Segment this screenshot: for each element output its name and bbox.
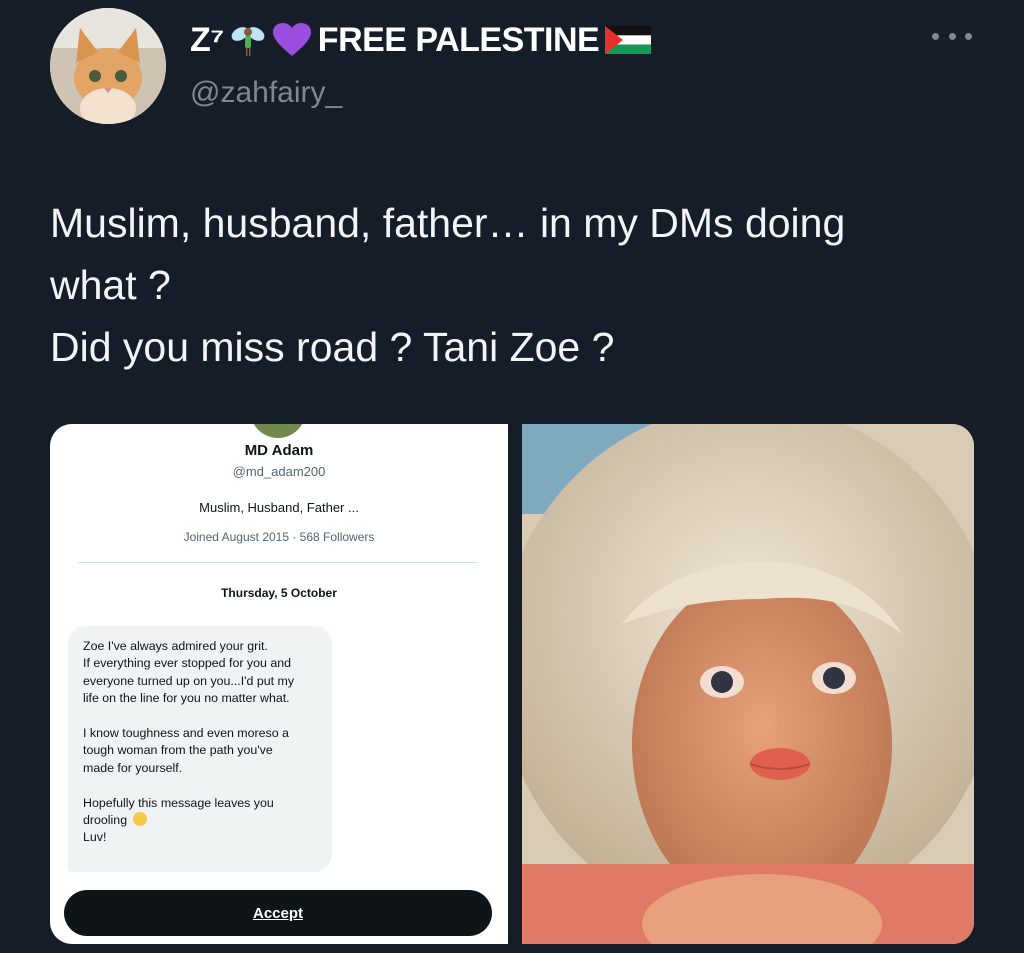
message-line: I know toughness and even moreso a bbox=[83, 726, 289, 741]
message-line: made for yourself. bbox=[83, 760, 183, 775]
tweet-line: Did you miss road ? Tani Zoe ? bbox=[50, 324, 615, 370]
more-options-icon[interactable] bbox=[932, 26, 972, 46]
dm-profile-avatar bbox=[250, 424, 306, 438]
message-line: If everything ever stopped for you and bbox=[83, 656, 292, 671]
message-line: drooling bbox=[83, 813, 128, 828]
message-line: Hopefully this message leaves you bbox=[83, 795, 274, 810]
divider bbox=[78, 562, 478, 563]
accept-button[interactable]: Accept bbox=[64, 890, 492, 936]
drooling-face-emoji-icon bbox=[132, 812, 147, 827]
message-line-with-emoji: drooling bbox=[83, 812, 324, 829]
dm-profile-bio: Muslim, Husband, Father ... bbox=[199, 500, 359, 515]
author-avatar[interactable] bbox=[50, 8, 166, 124]
message-gap bbox=[83, 708, 324, 725]
fairy-emoji-icon bbox=[231, 27, 265, 56]
message-line: Zoe I've always admired your grit. bbox=[83, 639, 268, 653]
message-line: tough woman from the path you've bbox=[83, 743, 273, 758]
dm-date-label: Thursday, 5 October bbox=[221, 586, 337, 600]
palestine-flag-icon bbox=[605, 26, 652, 54]
name-badge-text: FREE PALESTINE bbox=[317, 20, 600, 59]
tweet-line: Muslim, husband, father… in my DMs doing bbox=[50, 200, 846, 246]
dm-profile-handle: @md_adam200 bbox=[232, 464, 326, 479]
purple-heart-icon bbox=[272, 23, 311, 56]
message-bubble: Zoe I've always admired your grit. If ev… bbox=[68, 626, 332, 872]
cat-avatar-image bbox=[50, 8, 166, 124]
dm-profile-name: MD Adam bbox=[244, 442, 314, 459]
message-line: life on the line for you no matter what. bbox=[83, 691, 290, 706]
doll-meme-image[interactable] bbox=[522, 424, 974, 944]
author-handle[interactable]: @zahfairy_ bbox=[190, 76, 342, 110]
dm-screenshot-image[interactable]: MD Adam @md_adam200 Muslim, Husband, Fat… bbox=[50, 424, 508, 944]
dm-profile-meta: Joined August 2015 · 568 Followers bbox=[183, 530, 375, 544]
tweet-media[interactable]: MD Adam @md_adam200 Muslim, Husband, Fat… bbox=[50, 424, 975, 944]
message-line: everyone turned up on you...I'd put my bbox=[83, 673, 295, 688]
doll-face-illustration bbox=[522, 424, 974, 944]
tweet-line: what ? bbox=[50, 262, 171, 308]
message-gap bbox=[83, 777, 324, 794]
display-name: Z⁷ bbox=[190, 20, 224, 59]
message-line: Luv! bbox=[83, 830, 107, 845]
author-name-row[interactable]: Z⁷ FREE PALESTINE bbox=[190, 20, 652, 60]
tweet-text: Muslim, husband, father… in my DMs doing… bbox=[50, 192, 970, 378]
